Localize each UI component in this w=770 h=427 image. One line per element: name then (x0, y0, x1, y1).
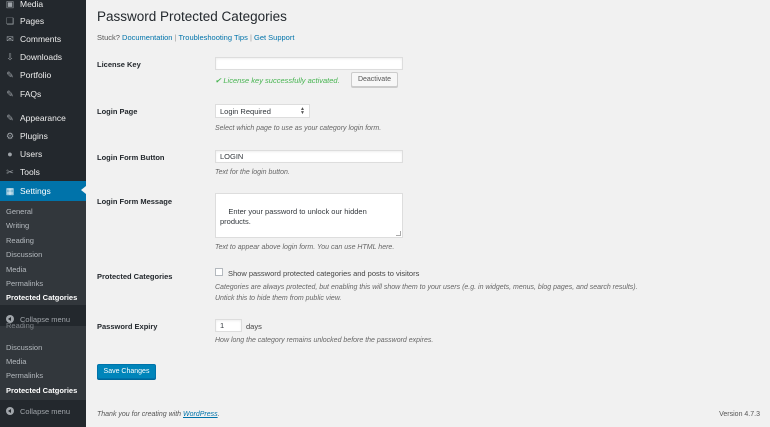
resize-handle-icon[interactable] (396, 231, 401, 236)
wordpress-link[interactable]: WordPress (183, 411, 218, 418)
submenu-item-protected-categories[interactable]: Protected Catgories (6, 386, 77, 395)
sidebar-item-label: Users (20, 149, 43, 159)
login-message-value: Enter your password to unlock our hidden… (220, 207, 367, 226)
login-message-textarea[interactable]: Enter your password to unlock our hidden… (215, 193, 403, 238)
sidebar-item-label: Appearance (20, 113, 66, 123)
show-protected-checkbox-label[interactable]: Show password protected categories and p… (228, 269, 419, 278)
appearance-icon: ✎ (6, 113, 14, 123)
version-text: Version 4.7.3 (719, 411, 760, 418)
main-content: Password Protected Categories Stuck? Doc… (86, 0, 770, 427)
help-links: Stuck? Documentation | Troubleshooting T… (97, 33, 294, 42)
login-page-selected: Login Required (220, 106, 271, 116)
sidebar-item-label: Comments (20, 34, 62, 44)
sidebar-item-label: FAQs (20, 89, 42, 99)
sidebar-item-label: Portfolio (20, 70, 52, 80)
login-message-description: Text to appear above login form. You can… (215, 244, 395, 251)
downloads-icon: ⇩ (6, 52, 14, 62)
submenu-item-media[interactable]: Media (6, 265, 26, 274)
users-icon: ● (7, 149, 13, 159)
support-link[interactable]: Get Support (254, 33, 294, 42)
submenu-item-general[interactable]: General (6, 207, 33, 216)
sidebar-item-faqs[interactable]: ✎ FAQs (0, 85, 86, 103)
login-page-label: Login Page (97, 107, 138, 116)
submenu-item-discussion[interactable]: Discussion (6, 250, 42, 259)
sidebar-item-label: Media (20, 0, 44, 9)
submenu-item-reading[interactable]: Reading (6, 321, 34, 330)
sidebar-item-label: Tools (20, 167, 40, 177)
collapse-menu-label: Collapse menu (20, 406, 71, 416)
sidebar-item-label: Settings (20, 186, 51, 196)
footer-period: . (217, 411, 220, 418)
submenu-item-reading[interactable]: Reading (6, 236, 34, 245)
submenu-item-protected-categories[interactable]: Protected Catgories (6, 293, 77, 302)
submenu-item-permalinks[interactable]: Permalinks (6, 371, 43, 380)
admin-sidebar: ▣ Media ❏ Pages ✉ Comments ⇩ Downloads ✎… (0, 0, 86, 427)
footer-thanks: Thank you for creating with WordPress. (97, 411, 220, 418)
pages-icon: ❏ (5, 16, 15, 26)
plugins-icon: ⚙ (5, 131, 15, 141)
submenu-item-discussion[interactable]: Discussion (6, 343, 42, 352)
stuck-label: Stuck? (97, 33, 120, 42)
password-expiry-input[interactable]: 1 (215, 319, 242, 332)
comments-icon: ✉ (6, 34, 14, 44)
separator: | (249, 33, 252, 42)
submenu-item-writing[interactable]: Writing (6, 221, 29, 230)
settings-submenu: General Writing Reading Discussion Media… (0, 201, 86, 305)
select-arrows-icon: ▲ ▼ (300, 106, 305, 116)
login-message-label: Login Form Message (97, 197, 173, 206)
deactivate-button[interactable]: Deactivate (351, 72, 398, 87)
documentation-link[interactable]: Documentation (122, 33, 172, 42)
sidebar-item-plugins[interactable]: ⚙ Plugins (0, 127, 86, 145)
login-button-label: Login Form Button (97, 153, 165, 162)
sidebar-item-label: Downloads (20, 52, 63, 62)
protected-description-2: Untick this to hide them from public vie… (215, 295, 342, 302)
footer-thanks-text: Thank you for creating with (97, 411, 182, 418)
protected-categories-label: Protected Categories (97, 272, 173, 281)
submenu-item-permalinks[interactable]: Permalinks (6, 279, 43, 288)
login-page-select[interactable]: Login Required ▲ ▼ (215, 104, 310, 118)
sidebar-item-tools[interactable]: ✂ Tools (0, 163, 86, 181)
troubleshooting-link[interactable]: Troubleshooting Tips (178, 33, 247, 42)
sidebar-item-comments[interactable]: ✉ Comments (0, 30, 86, 48)
sidebar-item-downloads[interactable]: ⇩ Downloads (0, 48, 86, 66)
show-protected-checkbox[interactable] (215, 268, 223, 276)
separator: | (174, 33, 177, 42)
collapse-menu-button[interactable]: Collapse menu (0, 402, 86, 420)
sidebar-item-pages[interactable]: ❏ Pages (0, 12, 86, 30)
sidebar-item-appearance[interactable]: ✎ Appearance (0, 109, 86, 127)
sidebar-item-portfolio[interactable]: ✎ Portfolio (0, 66, 86, 84)
sidebar-item-label: Pages (20, 16, 45, 26)
tools-icon: ✂ (6, 167, 14, 177)
login-page-description: Select which page to use as your categor… (215, 125, 382, 132)
login-button-description: Text for the login button. (215, 169, 290, 176)
password-expiry-label: Password Expiry (97, 322, 158, 331)
media-icon: ▣ (5, 0, 15, 9)
sidebar-item-label: Plugins (20, 131, 48, 141)
protected-description: Categories are always protected, but ena… (215, 284, 638, 291)
collapse-icon (6, 407, 14, 415)
expiry-unit: days (246, 322, 262, 331)
license-key-label: License Key (97, 60, 141, 69)
faqs-icon: ✎ (6, 89, 14, 99)
password-expiry-description: How long the category remains unlocked b… (215, 337, 434, 344)
page-title: Password Protected Categories (97, 9, 287, 24)
settings-submenu-repeat: Reading Discussion Media Permalinks Prot… (0, 321, 86, 400)
sidebar-item-users[interactable]: ● Users (0, 145, 86, 163)
save-changes-button[interactable]: Save Changes (97, 364, 156, 379)
license-success-message: ✔ License key successfully activated. (215, 76, 340, 85)
portfolio-icon: ✎ (6, 70, 14, 80)
settings-icon: ▦ (5, 186, 15, 196)
login-button-input[interactable]: LOGIN (215, 150, 403, 163)
sidebar-item-settings[interactable]: ▦ Settings (0, 181, 86, 201)
submenu-item-media[interactable]: Media (6, 357, 26, 366)
license-key-input[interactable] (215, 57, 403, 70)
